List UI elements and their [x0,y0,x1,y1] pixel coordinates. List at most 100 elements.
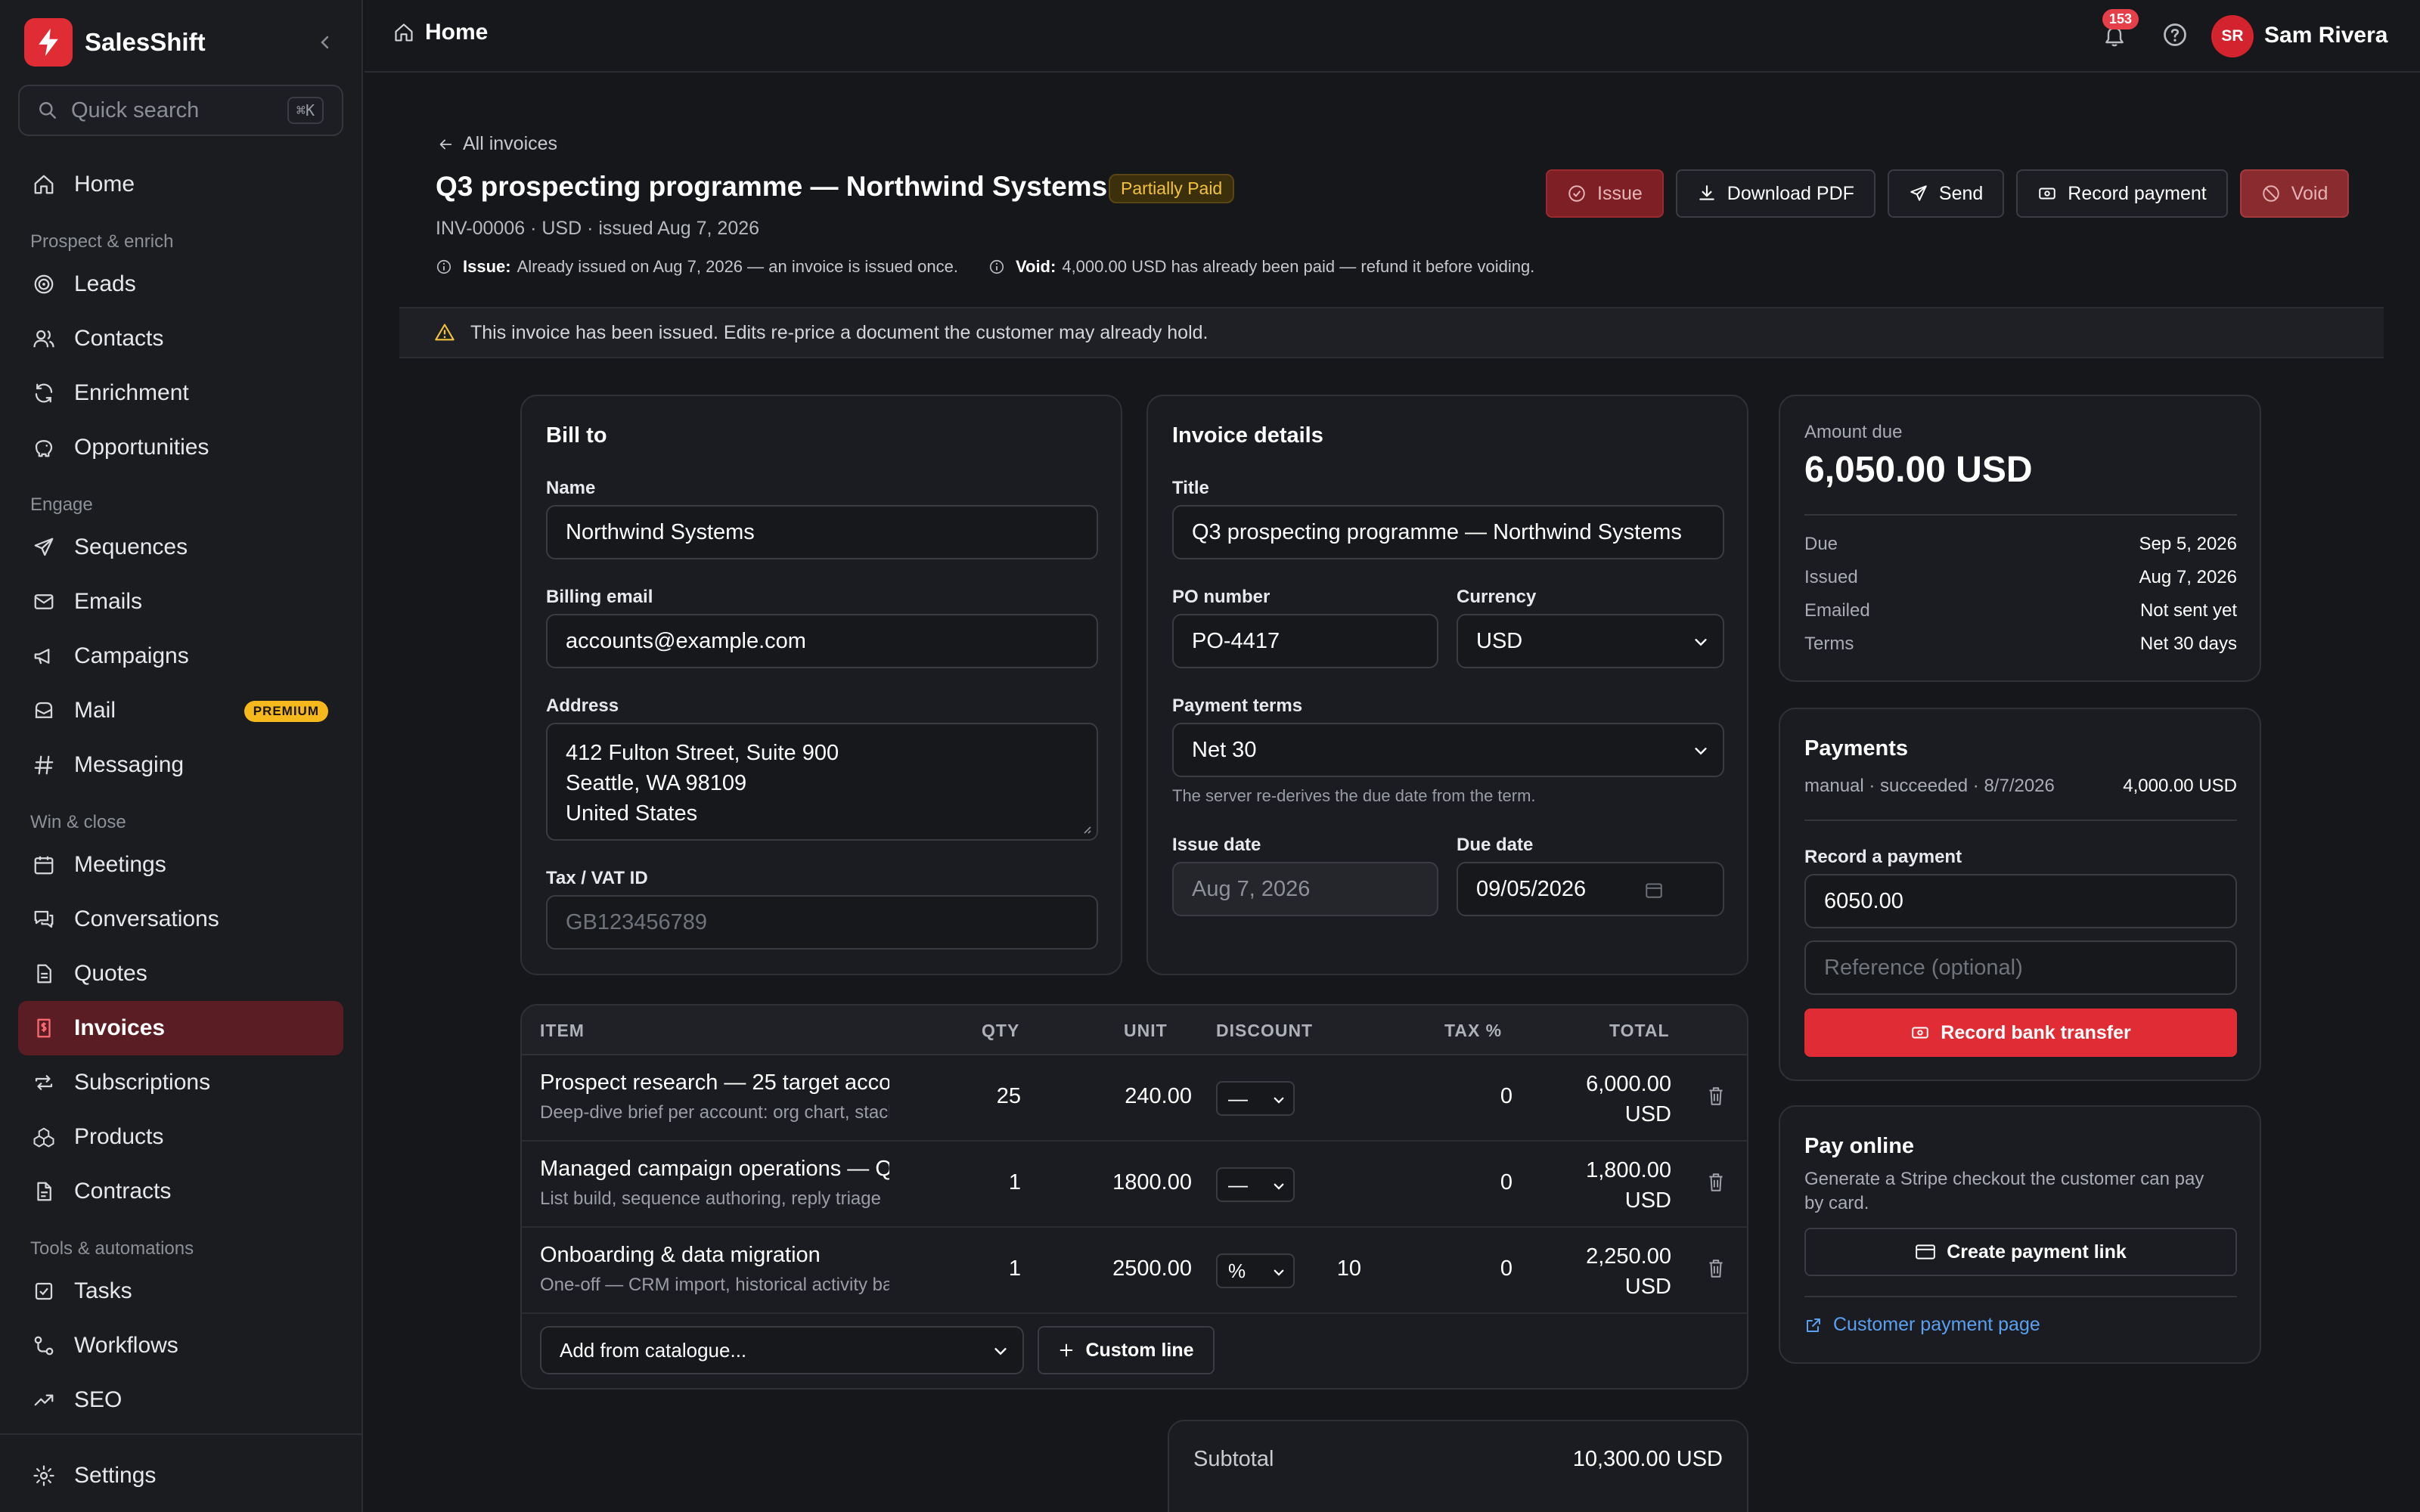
void-notice-label: Void: [1015,257,1056,276]
sidebar-item-emails[interactable]: Emails [18,575,343,629]
sidebar-item-label: Leads [74,271,136,296]
payment-entry: manual · succeeded · 8/7/2026 4,000.00 U… [1804,776,2237,797]
delete-line-button[interactable] [1706,1258,1726,1279]
po-number-input[interactable]: PO-4417 [1172,614,1438,668]
sidebar-item-seo[interactable]: SEO [18,1373,343,1427]
chevron-down-icon [994,1348,1007,1356]
send-button[interactable]: Send [1887,169,2005,218]
item-name-input[interactable]: Prospect research — 25 target accounts [540,1070,889,1095]
sidebar-item-messaging[interactable]: Messaging [18,738,343,792]
add-from-catalogue-select[interactable]: Add from catalogue... [540,1326,1024,1374]
record-bank-transfer-button[interactable]: Record bank transfer [1804,1009,2237,1057]
billing-email-input[interactable]: accounts@example.com [546,614,1098,668]
item-description-input[interactable]: Deep-dive brief per account: org chart, … [540,1102,889,1123]
invoice-icon [30,1015,57,1042]
address-textarea[interactable]: 412 Fulton Street, Suite 900 Seattle, WA… [546,723,1098,841]
sidebar-item-leads[interactable]: Leads [18,257,343,311]
home-icon [30,171,57,198]
sidebar-item-label: Home [74,172,135,197]
tax-input[interactable]: 0 [1414,1084,1512,1109]
back-label: All invoices [463,133,558,154]
sidebar-item-label: Contacts [74,326,164,351]
sidebar-item-label: Quotes [74,961,147,986]
custom-line-button[interactable]: Custom line [1038,1326,1215,1374]
payment-reference-input[interactable]: Reference (optional) [1804,940,2237,995]
delete-line-button[interactable] [1706,1086,1726,1107]
pay-online-description: Generate a Stripe checkout the customer … [1804,1167,2204,1216]
currency-select[interactable]: USD [1457,614,1724,668]
discount-type-select[interactable]: % [1216,1253,1295,1288]
qty-input[interactable]: 1 [945,1256,1021,1281]
payment-amount-input[interactable]: 6050.00 [1804,874,2237,928]
sidebar-item-campaigns[interactable]: Campaigns [18,629,343,683]
sidebar-item-meetings[interactable]: Meetings [18,838,343,892]
brand[interactable]: SalesShift [24,18,206,67]
sidebar-item-label: Settings [74,1463,157,1488]
delete-line-button[interactable] [1706,1172,1726,1193]
sidebar-item-mail[interactable]: Mail PREMIUM [18,683,343,738]
breadcrumb-label: Home [425,20,489,45]
issue-button[interactable]: Issue [1546,169,1664,218]
collapse-sidebar-button[interactable] [310,29,340,56]
create-payment-link-button[interactable]: Create payment link [1804,1228,2237,1276]
sidebar-item-contacts[interactable]: Contacts [18,311,343,366]
arrow-left-icon [439,139,452,149]
discount-type-select[interactable]: — [1216,1081,1295,1116]
document-icon [30,960,57,987]
title-input[interactable]: Q3 prospecting programme — Northwind Sys… [1172,505,1724,559]
payment-terms-select[interactable]: Net 30 [1172,723,1724,777]
quick-search[interactable]: Quick search ⌘K [18,85,343,136]
void-button[interactable]: Void [2239,169,2350,218]
name-input[interactable]: Northwind Systems [546,505,1098,559]
unit-price-input[interactable]: 2500.00 [1066,1256,1192,1281]
info-icon [989,259,1004,274]
sidebar-item-opportunities[interactable]: Opportunities [18,420,343,475]
item-description-input[interactable]: List build, sequence authoring, reply tr… [540,1188,889,1210]
sidebar-item-subscriptions[interactable]: Subscriptions [18,1055,343,1110]
table-row: Managed campaign operations — Q3 List bu… [522,1142,1747,1228]
sidebar-item-contracts[interactable]: Contracts [18,1164,343,1219]
subtotal-label: Subtotal [1193,1447,1274,1471]
sidebar-item-conversations[interactable]: Conversations [18,892,343,947]
sidebar-item-label: Invoices [74,1015,166,1040]
avatar[interactable]: SR [2211,15,2254,57]
unit-price-input[interactable]: 1800.00 [1066,1170,1192,1195]
item-name-input[interactable]: Onboarding & data migration [540,1243,889,1268]
back-to-invoices-link[interactable]: All invoices [437,133,557,155]
record-payment-button[interactable]: Record payment [2016,169,2228,218]
sidebar-item-label: Contracts [74,1179,172,1204]
sidebar-item-invoices[interactable]: Invoices [18,1001,343,1055]
piggy-bank-icon [30,434,57,461]
user-name[interactable]: Sam Rivera [2264,23,2387,48]
invoice-details-card: Invoice details Title Q3 prospecting pro… [1146,395,1748,975]
unit-price-input[interactable]: 240.00 [1066,1084,1192,1109]
sidebar-item-products[interactable]: Products [18,1110,343,1164]
discount-type-value: — [1228,1173,1248,1196]
breadcrumb[interactable]: Home [393,20,488,45]
item-name-input[interactable]: Managed campaign operations — Q3 [540,1157,889,1182]
sidebar-item-enrichment[interactable]: Enrichment [18,366,343,420]
home-icon [395,23,413,42]
customer-payment-page-link[interactable]: Customer payment page [1804,1314,2040,1336]
sidebar-item-tasks[interactable]: Tasks [18,1264,343,1318]
trending-up-icon [30,1387,57,1414]
sidebar-item-workflows[interactable]: Workflows [18,1318,343,1373]
discount-type-select[interactable]: — [1216,1167,1295,1202]
item-description-input[interactable]: One-off — CRM import, historical activit… [540,1275,889,1296]
help-button[interactable] [2161,21,2189,48]
tax-input[interactable]: 0 [1414,1170,1512,1195]
tax-input[interactable]: 0 [1414,1256,1512,1281]
due-date-input[interactable]: 09/05/2026 [1457,862,1724,916]
qty-input[interactable]: 25 [945,1084,1021,1109]
sidebar-item-quotes[interactable]: Quotes [18,947,343,1001]
brand-name: SalesShift [85,28,206,56]
qty-input[interactable]: 1 [945,1170,1021,1195]
sidebar-item-home[interactable]: Home [18,157,343,212]
divider [1804,1296,2237,1297]
download-pdf-button[interactable]: Download PDF [1675,169,1876,218]
discount-value-input[interactable]: 10 [1308,1256,1361,1281]
sidebar-item-settings[interactable]: Settings [18,1448,345,1503]
tax-id-input[interactable]: GB123456789 [546,895,1098,950]
sidebar-item-label: Subscriptions [74,1070,211,1095]
sidebar-item-sequences[interactable]: Sequences [18,520,343,575]
